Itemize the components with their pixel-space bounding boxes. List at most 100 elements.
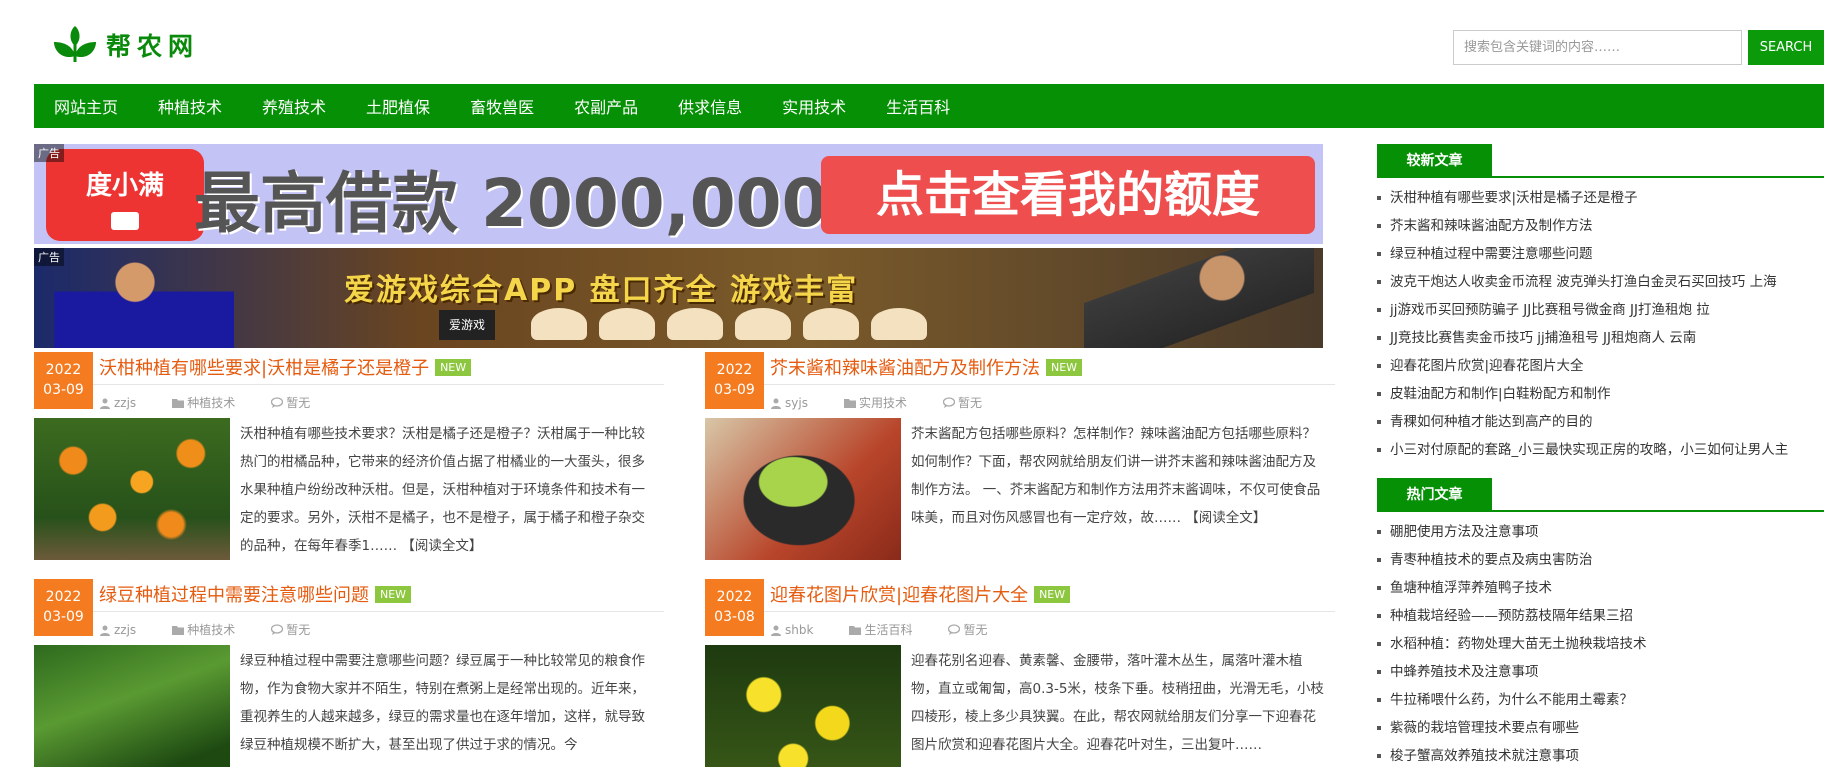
list-item-text[interactable]: JJ竞技比赛售卖金币技巧 jj捕渔租号 JJ租炮商人 云南 <box>1390 324 1696 352</box>
article-thumbnail[interactable] <box>34 418 230 560</box>
ad-cta-button[interactable]: 点击查看我的额度 <box>821 156 1315 234</box>
list-item[interactable]: 波克干炮达人收卖金币流程 波克弹头打渔白金灵石买回技巧 上海 <box>1377 268 1824 296</box>
author-name[interactable]: shbk <box>785 623 813 637</box>
comments[interactable]: 暂无 <box>948 621 987 638</box>
bullet-icon <box>1377 614 1381 618</box>
date-badge: 2022 03-08 <box>705 579 764 636</box>
list-item-text[interactable]: 中蜂养殖技术及注意事项 <box>1390 658 1539 686</box>
comment-count: 暂无 <box>963 623 988 637</box>
nav-item-planting[interactable]: 种植技术 <box>158 94 222 118</box>
list-item[interactable]: 梭子蟹高效养殖技术就注意事项 <box>1377 742 1824 767</box>
list-item-text[interactable]: 青稞如何种植才能达到高产的目的 <box>1390 408 1593 436</box>
comments[interactable]: 暂无 <box>271 394 310 411</box>
ad-tag: 广告 <box>34 248 64 266</box>
nav-item-products[interactable]: 农副产品 <box>574 94 638 118</box>
list-item[interactable]: 青稞如何种植才能达到高产的目的 <box>1377 408 1824 436</box>
author-name[interactable]: syjs <box>785 396 808 410</box>
read-more-link[interactable]: 【阅读全文】 <box>1185 510 1266 526</box>
list-item[interactable]: 绿豆种植过程中需要注意哪些问题 <box>1377 240 1824 268</box>
list-item[interactable]: 小三对付原配的套路_小三最快实现正房的攻略，小三如何让男人主 <box>1377 436 1824 464</box>
category-name[interactable]: 种植技术 <box>187 621 235 638</box>
nav-item-supply[interactable]: 供求信息 <box>678 94 742 118</box>
nav-item-life[interactable]: 生活百科 <box>886 94 950 118</box>
bullet-icon <box>1377 586 1381 590</box>
list-item-text[interactable]: 波克干炮达人收卖金币流程 波克弹头打渔白金灵石买回技巧 上海 <box>1390 268 1777 296</box>
nav-item-breeding[interactable]: 养殖技术 <box>262 94 326 118</box>
list-item-text[interactable]: 种植栽培经验——预防荔枝隔年结果三招 <box>1390 602 1633 630</box>
list-item-text[interactable]: 梭子蟹高效养殖技术就注意事项 <box>1390 742 1579 767</box>
date-badge: 2022 03-09 <box>705 352 764 409</box>
search-input[interactable] <box>1453 30 1742 65</box>
list-item-text[interactable]: 迎春花图片欣赏|迎春花图片大全 <box>1390 352 1584 380</box>
article-thumbnail[interactable] <box>34 645 230 767</box>
ad-banner-loan[interactable]: 广告 度小满 最高借款 2000,000 点击查看我的额度 <box>34 144 1323 244</box>
list-item[interactable]: 芥末酱和辣味酱油配方及制作方法 <box>1377 212 1824 240</box>
author[interactable]: zzjs <box>99 623 136 637</box>
author[interactable]: zzjs <box>99 396 136 410</box>
list-item[interactable]: 青枣种植技术的要点及病虫害防治 <box>1377 546 1824 574</box>
nav-item-fertilizer[interactable]: 土肥植保 <box>366 94 430 118</box>
list-item[interactable]: 中蜂养殖技术及注意事项 <box>1377 658 1824 686</box>
list-item[interactable]: jj游戏币买回预防骗子 JJ比赛租号微金商 JJ打渔租炮 拉 <box>1377 296 1824 324</box>
list-item-text[interactable]: 芥末酱和辣味酱油配方及制作方法 <box>1390 212 1593 240</box>
article-title[interactable]: 迎春花图片欣赏|迎春花图片大全 NEW <box>770 581 1071 607</box>
category[interactable]: 种植技术 <box>172 394 235 411</box>
list-item-text[interactable]: 青枣种植技术的要点及病虫害防治 <box>1390 546 1593 574</box>
list-item[interactable]: JJ竞技比赛售卖金币技巧 jj捕渔租号 JJ租炮商人 云南 <box>1377 324 1824 352</box>
category[interactable]: 实用技术 <box>843 394 907 411</box>
site-logo[interactable]: 帮农网 <box>52 26 199 64</box>
nav-item-practical[interactable]: 实用技术 <box>782 94 846 118</box>
ad-banner-game[interactable]: 广告 爱游戏综合APP 盘口齐全 游戏丰富 爱游戏 <box>34 248 1323 348</box>
list-item-text[interactable]: 水稻种植：药物处理大苗无土抛秧栽培技术 <box>1390 630 1647 658</box>
author[interactable]: shbk <box>770 623 813 637</box>
list-item-text[interactable]: 沃柑种植有哪些要求|沃柑是橘子还是橙子 <box>1390 184 1638 212</box>
list-item[interactable]: 沃柑种植有哪些要求|沃柑是橘子还是橙子 <box>1377 184 1824 212</box>
list-item[interactable]: 紫薇的栽培管理技术要点有哪些 <box>1377 714 1824 742</box>
list-item[interactable]: 皮鞋油配方和制作|白鞋粉配方和制作 <box>1377 380 1824 408</box>
ad-brand-logo: 度小满 <box>46 149 204 241</box>
author[interactable]: syjs <box>770 396 808 410</box>
list-item-text[interactable]: 硼肥使用方法及注意事项 <box>1390 518 1539 546</box>
list-item[interactable]: 水稻种植：药物处理大苗无土抛秧栽培技术 <box>1377 630 1824 658</box>
article-title-text[interactable]: 绿豆种植过程中需要注意哪些问题 <box>99 581 369 607</box>
article-title[interactable]: 沃柑种植有哪些要求|沃柑是橘子还是橙子 NEW <box>99 354 472 380</box>
game-category-icon <box>599 308 655 340</box>
list-item[interactable]: 鱼塘种植浮萍养殖鸭子技术 <box>1377 574 1824 602</box>
category-name[interactable]: 实用技术 <box>859 394 907 411</box>
category[interactable]: 种植技术 <box>172 621 235 638</box>
search-button[interactable]: SEARCH <box>1748 30 1824 65</box>
comments[interactable]: 暂无 <box>942 394 982 411</box>
category-name[interactable]: 生活百科 <box>864 621 912 638</box>
list-item-text[interactable]: 牛拉稀喂什么药，为什么不能用土霉素？ <box>1390 686 1633 714</box>
list-item-text[interactable]: 鱼塘种植浮萍养殖鸭子技术 <box>1390 574 1552 602</box>
article-excerpt: 芥末酱配方包括哪些原料？怎样制作？辣味酱油配方包括哪些原料？如何制作？下面，帮农… <box>911 420 1326 532</box>
author-name[interactable]: zzjs <box>114 623 136 637</box>
list-item[interactable]: 硼肥使用方法及注意事项 <box>1377 518 1824 546</box>
article-title[interactable]: 绿豆种植过程中需要注意哪些问题 NEW <box>99 581 412 607</box>
article-thumbnail[interactable] <box>705 418 901 560</box>
sidebar-heading-label: 热门文章 <box>1377 478 1492 512</box>
article-title-text[interactable]: 沃柑种植有哪些要求|沃柑是橘子还是橙子 <box>99 354 429 380</box>
article-title[interactable]: 芥末酱和辣味酱油配方及制作方法 NEW <box>770 354 1083 380</box>
comments[interactable]: 暂无 <box>271 621 310 638</box>
article-thumbnail[interactable] <box>705 645 901 767</box>
article-title-text[interactable]: 迎春花图片欣赏|迎春花图片大全 <box>770 581 1028 607</box>
list-item-text[interactable]: 紫薇的栽培管理技术要点有哪些 <box>1390 714 1579 742</box>
list-item-text[interactable]: 绿豆种植过程中需要注意哪些问题 <box>1390 240 1593 268</box>
list-item[interactable]: 迎春花图片欣赏|迎春花图片大全 <box>1377 352 1824 380</box>
article-title-text[interactable]: 芥末酱和辣味酱油配方及制作方法 <box>770 354 1040 380</box>
article-card: 2022 03-09 沃柑种植有哪些要求|沃柑是橘子还是橙子 NEW zzjs … <box>34 352 664 567</box>
user-icon <box>771 398 781 409</box>
nav-item-veterinary[interactable]: 畜牧兽医 <box>470 94 534 118</box>
list-item-text[interactable]: jj游戏币买回预防骗子 JJ比赛租号微金商 JJ打渔租炮 拉 <box>1390 296 1710 324</box>
nav-item-home[interactable]: 网站主页 <box>54 94 118 118</box>
read-more-link[interactable]: 【阅读全文】 <box>401 538 482 554</box>
folder-icon <box>172 398 185 408</box>
author-name[interactable]: zzjs <box>114 396 136 410</box>
list-item-text[interactable]: 皮鞋油配方和制作|白鞋粉配方和制作 <box>1390 380 1611 408</box>
list-item[interactable]: 牛拉稀喂什么药，为什么不能用土霉素？ <box>1377 686 1824 714</box>
list-item[interactable]: 种植栽培经验——预防荔枝隔年结果三招 <box>1377 602 1824 630</box>
category[interactable]: 生活百科 <box>849 621 912 638</box>
category-name[interactable]: 种植技术 <box>187 394 235 411</box>
list-item-text[interactable]: 小三对付原配的套路_小三最快实现正房的攻略，小三如何让男人主 <box>1390 436 1788 464</box>
